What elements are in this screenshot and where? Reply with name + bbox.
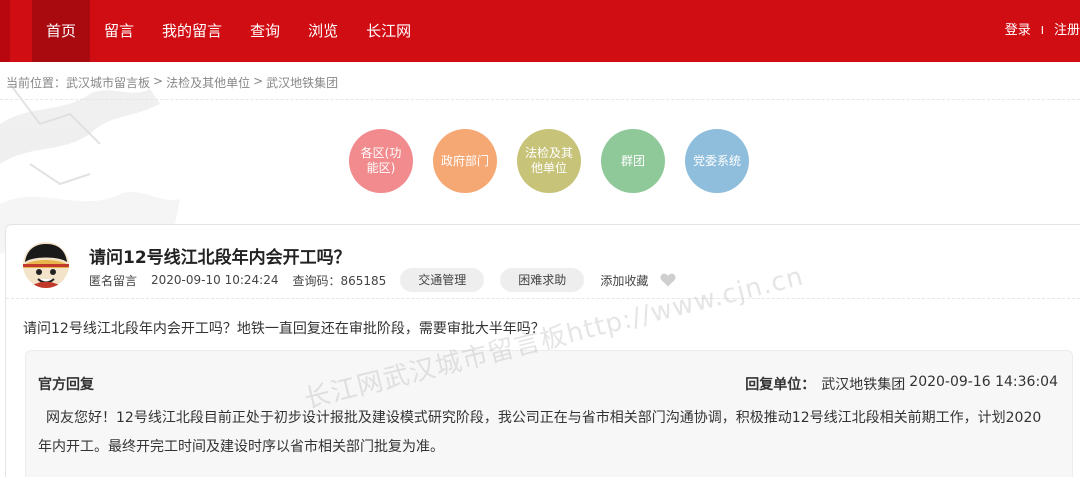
heart-icon[interactable] — [660, 273, 676, 287]
category-districts[interactable]: 各区(功能区) — [349, 129, 413, 193]
breadcrumb-separator: > — [253, 74, 264, 88]
category-government[interactable]: 政府部门 — [433, 129, 497, 193]
account-separator: I — [1040, 24, 1044, 37]
avatar — [23, 242, 69, 288]
nav-item-my-messages[interactable]: 我的留言 — [148, 0, 236, 62]
nav-item-message[interactable]: 留言 — [90, 0, 148, 62]
post-meta: 匿名留言 2020-09-10 10:24:24 查询码：865185 交通管理… — [89, 268, 676, 292]
divider — [0, 99, 1080, 100]
reply-datetime: 2020-09-16 14:36:04 — [909, 374, 1058, 390]
reply-title: 官方回复 — [38, 377, 94, 393]
category-mass-organizations[interactable]: 群团 — [601, 129, 665, 193]
register-link[interactable]: 注册 — [1054, 0, 1080, 62]
tag-help[interactable]: 困难求助 — [500, 268, 585, 292]
breadcrumb-item-court[interactable]: 法检及其他单位 — [166, 74, 250, 91]
breadcrumb-item-board[interactable]: 武汉城市留言板 — [66, 74, 150, 91]
reply-unit-label: 回复单位： — [745, 377, 816, 393]
breadcrumb-prefix: 当前位置： — [6, 76, 67, 90]
category-circles: 各区(功能区) 政府部门 法检及其他单位 群团 党委系统 — [349, 129, 769, 193]
add-favorite-link[interactable]: 添加收藏 — [600, 272, 648, 289]
post-query-code: 查询码：865185 — [292, 273, 387, 288]
post-body: 请问12号线江北段年内会开工吗？地铁一直回复还在审批阶段，需要审批大半年吗？ — [23, 321, 545, 337]
login-link[interactable]: 登录 — [1005, 0, 1031, 62]
breadcrumb: 当前位置： 武汉城市留言板 > 法检及其他单位 > 武汉地铁集团 — [6, 74, 338, 91]
nav-item-cjn[interactable]: 长江网 — [352, 0, 425, 62]
divider — [6, 298, 1080, 299]
nav-item-home[interactable]: 首页 — [32, 0, 91, 62]
post-datetime: 2020-09-10 10:24:24 — [151, 273, 279, 287]
post-title: 请问12号线江北段年内会开工吗？ — [89, 248, 351, 268]
post-author: 匿名留言 — [89, 273, 138, 288]
reply-unit: 回复单位： 武汉地铁集团 2020-09-16 14:36:04 — [745, 374, 1058, 394]
category-court-and-others[interactable]: 法检及其他单位 — [517, 129, 581, 193]
breadcrumb-item-metro[interactable]: 武汉地铁集团 — [266, 74, 338, 91]
breadcrumb-separator: > — [153, 74, 164, 88]
reply-text: 网友您好！12号线江北段目前正处于初步设计报批及建设模式研究阶段，我公司正在与省… — [38, 410, 1042, 455]
account-links: 登录 I 注册 — [1005, 0, 1080, 62]
category-party-committee[interactable]: 党委系统 — [685, 129, 749, 193]
top-nav-bar: 首页 留言 我的留言 查询 浏览 长江网 登录 I 注册 — [0, 0, 1080, 62]
nav-item-query[interactable]: 查询 — [236, 0, 294, 62]
tag-traffic[interactable]: 交通管理 — [400, 268, 485, 292]
reply-unit-name: 武汉地铁集团 — [821, 377, 906, 393]
nav-item-browse[interactable]: 浏览 — [294, 0, 352, 62]
main-nav: 首页 留言 我的留言 查询 浏览 长江网 — [32, 0, 425, 62]
